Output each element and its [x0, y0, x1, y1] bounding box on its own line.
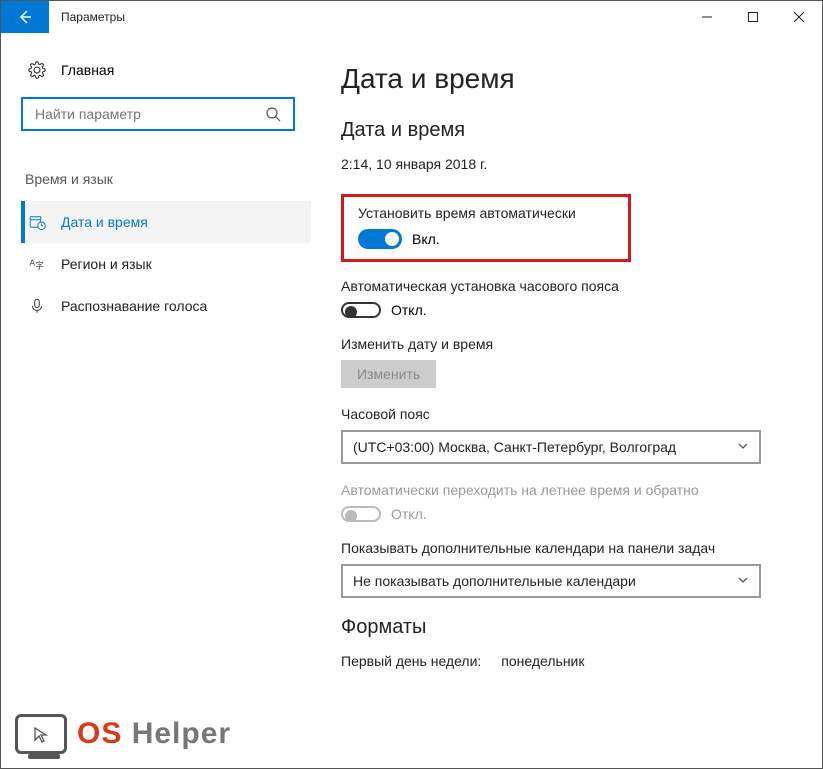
highlight-box: Установить время автоматически Вкл.	[341, 194, 631, 262]
minimize-button[interactable]	[684, 1, 730, 33]
microphone-icon	[27, 297, 47, 315]
auto-time-state: Вкл.	[412, 231, 440, 247]
sidebar-item-datetime[interactable]: Дата и время	[21, 201, 311, 243]
timezone-select[interactable]: (UTC+03:00) Москва, Санкт-Петербург, Вол…	[341, 430, 761, 464]
maximize-button[interactable]	[730, 1, 776, 33]
page-title: Дата и время	[341, 63, 792, 95]
timezone-label: Часовой пояс	[341, 406, 792, 422]
sidebar-item-label: Распознавание голоса	[61, 298, 207, 314]
home-nav[interactable]: Главная	[21, 53, 311, 97]
dst-state: Откл.	[391, 506, 427, 522]
watermark: OS Helper	[15, 714, 231, 754]
calendar-clock-icon	[27, 213, 47, 231]
window-title: Параметры	[49, 10, 684, 24]
watermark-text: OS Helper	[77, 717, 231, 751]
auto-tz-label: Автоматическая установка часового пояса	[341, 278, 792, 294]
monitor-icon	[15, 714, 67, 754]
home-label: Главная	[61, 62, 114, 78]
search-box[interactable]	[21, 97, 295, 131]
auto-time-toggle[interactable]	[358, 229, 402, 249]
auto-tz-toggle[interactable]	[341, 302, 381, 318]
extra-cal-label: Показывать дополнительные календари на п…	[341, 540, 792, 556]
auto-tz-state: Откл.	[391, 302, 427, 318]
current-datetime: 2:14, 10 января 2018 г.	[341, 156, 792, 172]
extra-cal-value: Не показывать дополнительные календари	[353, 573, 636, 589]
sidebar: Главная Время и язык Дата и время A字 Рег…	[1, 33, 311, 768]
section-title: Дата и время	[341, 119, 792, 142]
dst-label: Автоматически переходить на летнее время…	[341, 482, 792, 498]
sidebar-item-region[interactable]: A字 Регион и язык	[21, 243, 311, 285]
sidebar-item-label: Регион и язык	[61, 256, 152, 272]
language-icon: A字	[27, 255, 47, 273]
change-dt-button[interactable]: Изменить	[341, 360, 436, 388]
sidebar-item-speech[interactable]: Распознавание голоса	[21, 285, 311, 327]
watermark-helper: Helper	[132, 717, 231, 750]
search-icon	[263, 106, 283, 122]
watermark-os: OS	[77, 717, 122, 750]
auto-time-label: Установить время автоматически	[358, 205, 614, 221]
first-day-label: Первый день недели:	[341, 653, 481, 669]
gear-icon	[27, 61, 47, 79]
change-dt-label: Изменить дату и время	[341, 336, 792, 352]
sidebar-item-label: Дата и время	[61, 214, 148, 230]
arrow-left-icon	[17, 9, 33, 25]
minimize-icon	[702, 12, 712, 22]
svg-text:字: 字	[36, 261, 44, 271]
search-input[interactable]	[33, 105, 263, 123]
main-content: Дата и время Дата и время 2:14, 10 январ…	[311, 33, 822, 768]
back-button[interactable]	[1, 1, 49, 33]
chevron-down-icon	[737, 439, 749, 455]
close-button[interactable]	[776, 1, 822, 33]
chevron-down-icon	[737, 573, 749, 589]
svg-text:A: A	[30, 259, 36, 268]
maximize-icon	[748, 12, 758, 22]
window-controls	[684, 1, 822, 33]
cursor-icon	[32, 725, 50, 743]
sidebar-section-heading: Время и язык	[21, 171, 311, 187]
formats-title: Форматы	[341, 616, 792, 639]
extra-cal-select[interactable]: Не показывать дополнительные календари	[341, 564, 761, 598]
timezone-value: (UTC+03:00) Москва, Санкт-Петербург, Вол…	[353, 439, 676, 455]
dst-toggle	[341, 506, 381, 522]
titlebar: Параметры	[1, 1, 822, 33]
first-day-value: понедельник	[501, 653, 584, 669]
formats-row: Первый день недели: понедельник	[341, 653, 792, 669]
close-icon	[794, 12, 804, 22]
